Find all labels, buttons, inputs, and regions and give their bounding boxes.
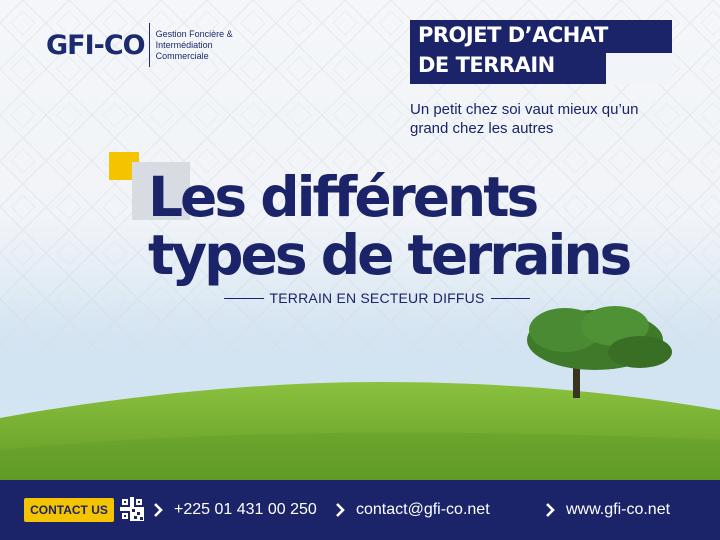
subtitle-text: TERRAIN EN SECTEUR DIFFUS: [269, 290, 485, 306]
footer-email[interactable]: contact@gfi-co.net: [330, 498, 490, 522]
email-address: contact@gfi-co.net: [356, 501, 490, 518]
logo-divider: [148, 23, 150, 67]
headline-line-1: Les différents: [148, 165, 539, 229]
qr-code-icon[interactable]: [120, 497, 144, 521]
company-logo: GFI-CO Gestion Foncière & Intermédiation…: [46, 22, 266, 68]
footer-website[interactable]: www.gfi-co.net: [540, 498, 670, 522]
badge-cutout: [606, 53, 672, 84]
logo-mark: GFI-CO: [46, 29, 146, 61]
logo-text: Gestion Foncière & Intermédiation Commer…: [155, 28, 233, 61]
footer-bar: CONTACT US +225 01 431 00 250 contact@gf…: [0, 480, 720, 540]
phone-number: +225 01 431 00 250: [174, 501, 317, 518]
contact-us-button[interactable]: CONTACT US: [24, 498, 114, 522]
project-badge: PROJET D’ACHAT DE TERRAIN: [410, 20, 672, 84]
flyer: GFI-CO Gestion Foncière & Intermédiation…: [0, 0, 720, 540]
subtitle-rule-left: [224, 297, 264, 299]
website-url: www.gfi-co.net: [566, 501, 671, 518]
headline: Les différents types de terrains: [148, 165, 632, 287]
footer-phone[interactable]: +225 01 431 00 250: [148, 498, 317, 522]
badge-line-1: PROJET D’ACHAT: [418, 23, 608, 47]
chevron-right-icon: [540, 498, 560, 522]
headline-line-2: types de terrains: [148, 223, 632, 287]
subtitle: TERRAIN EN SECTEUR DIFFUS: [224, 290, 531, 306]
subtitle-rule-right: [490, 297, 531, 299]
badge-line-2: DE TERRAIN: [418, 53, 555, 77]
chevron-right-icon: [330, 498, 350, 522]
tagline: Un petit chez soi vaut mieux qu’un grand…: [410, 101, 639, 137]
chevron-right-icon: [148, 498, 168, 522]
